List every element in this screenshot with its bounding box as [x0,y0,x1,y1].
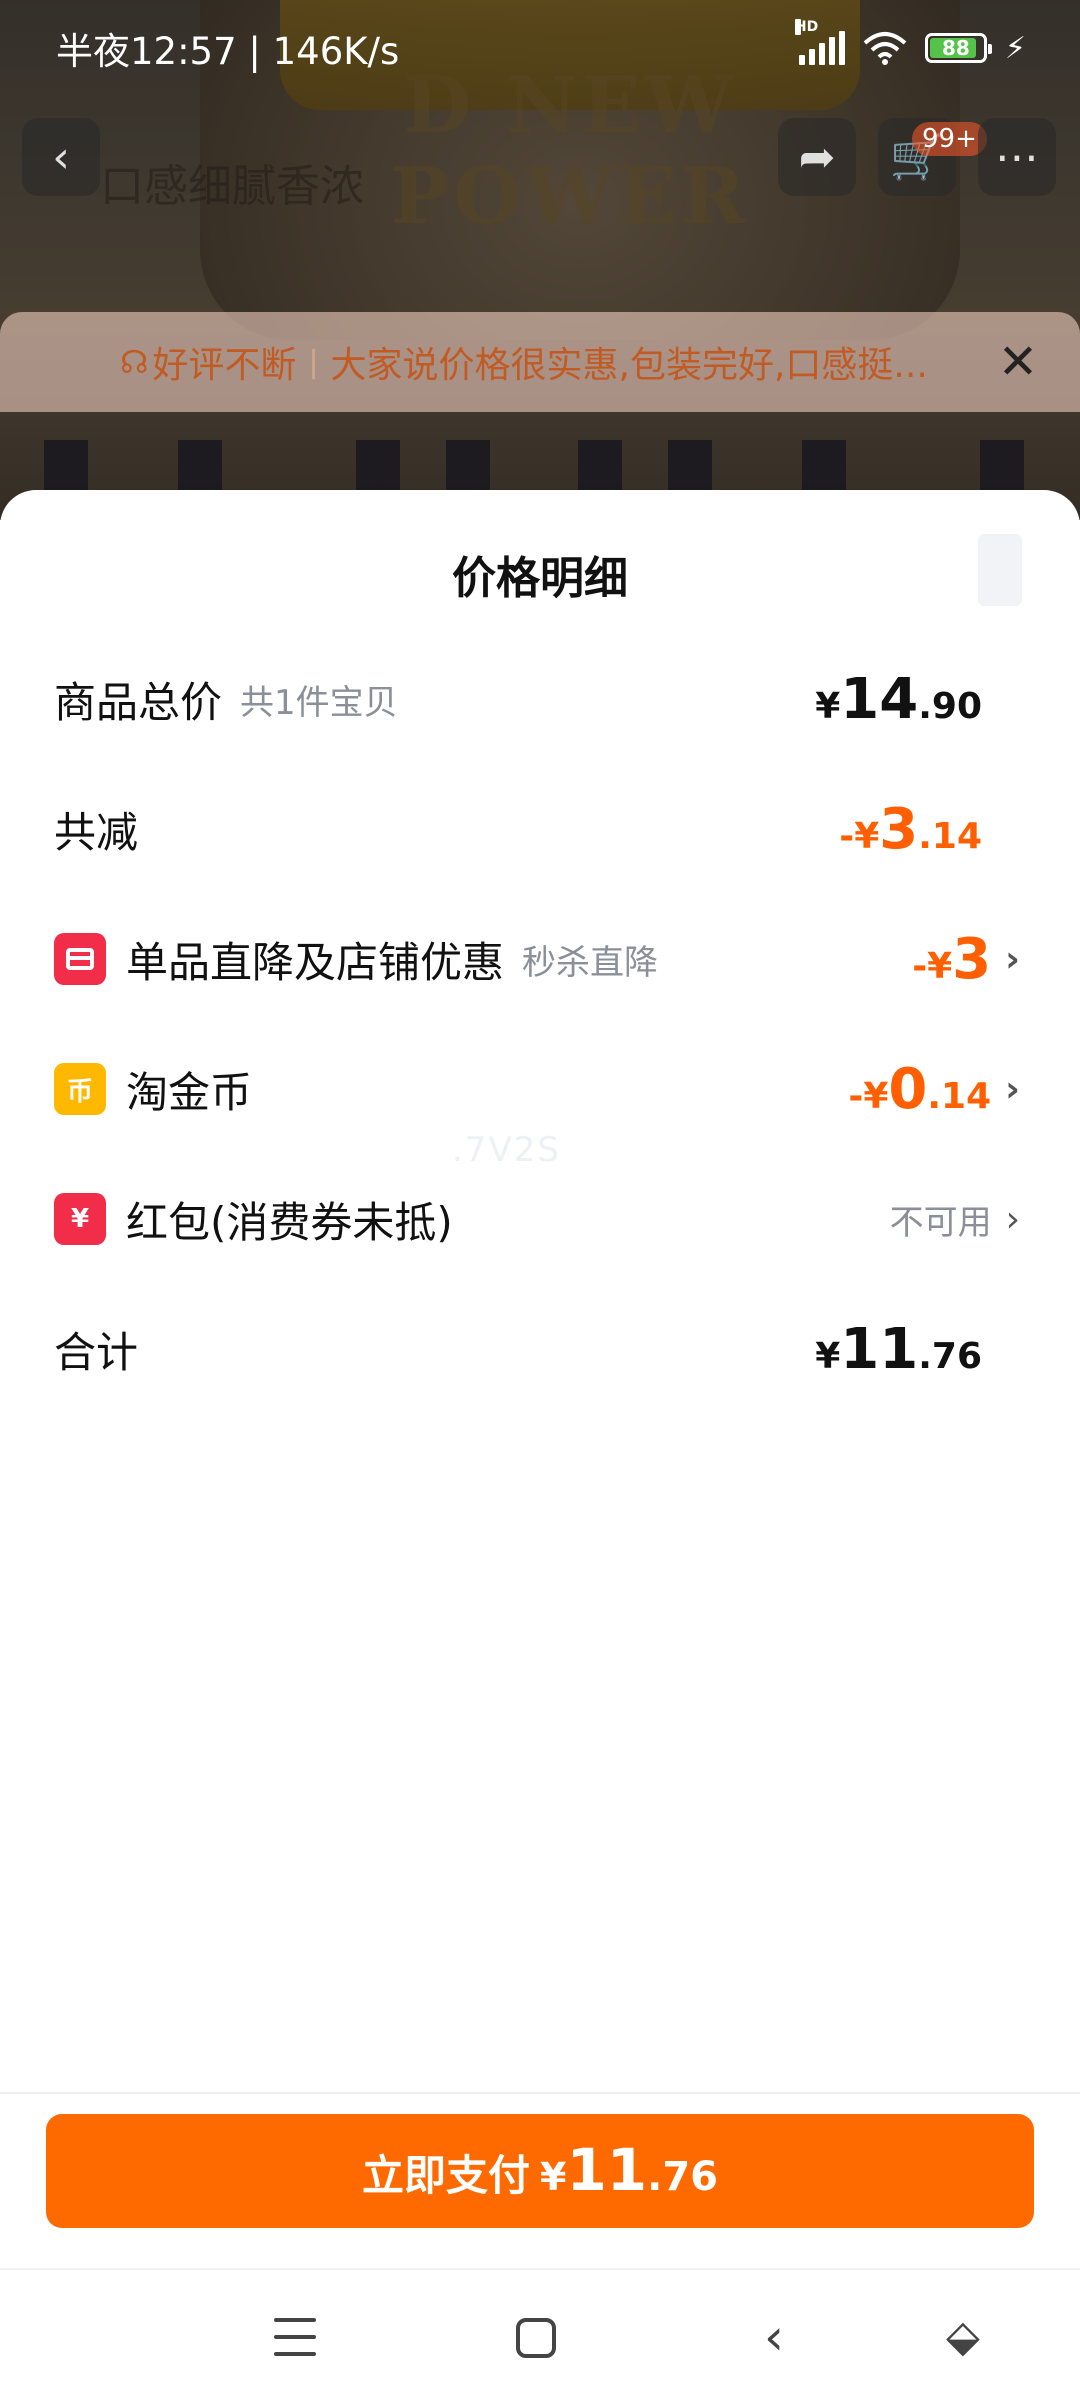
amount-decimal: .90 [918,685,982,727]
menu-icon[interactable] [270,2312,320,2362]
store-discount-label: 单品直降及店铺优惠 [126,937,505,987]
currency-symbol: -¥ [848,1075,889,1117]
pay-button-label: 立即支付 [361,2151,530,2200]
banner-divider: | [308,344,319,380]
wifi-icon [863,32,907,65]
goods-total-label: 商品总价 [54,677,223,727]
row-grand-total: 合计 ¥ 11 .76 [54,1304,1020,1394]
amount-integer: 3 [879,796,919,862]
more-button[interactable]: ⋯ [978,118,1056,196]
footer-divider [0,2092,1080,2094]
back-nav-icon[interactable]: ‹ [764,2312,814,2362]
amount-integer: 11 [840,1316,919,1382]
sheet-title: 价格明细 [452,553,628,604]
network-type-label: HD [794,19,819,35]
total-discount-amount: -¥ 3 .14 [839,797,982,862]
row-taojinbi[interactable]: 币 淘金币 -¥ 0 .14 › [54,1044,1020,1134]
goods-count: 共1件宝贝 [240,682,398,723]
store-icon [54,933,106,985]
currency-symbol: ¥ [539,2155,567,2199]
total-discount-label: 共减 [54,807,139,857]
coin-icon: 币 [54,1063,106,1115]
amount-integer: 11 [566,2136,648,2204]
amount-decimal: .76 [918,1335,982,1377]
grand-total-amount: ¥ 11 .76 [815,1317,982,1382]
system-navigation-bar: ‹ ⬙ [0,2268,1080,2400]
row-total-discount: 共减 -¥ 3 .14 [54,784,1020,874]
store-discount-amount: -¥ 3 › [912,927,1020,992]
amount-integer: 3 [952,926,992,992]
amount-integer: 0 [888,1056,928,1122]
review-banner[interactable]: ☊ 好评不断 | 大家说价格很实惠,包装完好,口感挺... ✕ [0,312,1080,412]
pay-now-button[interactable]: 立即支付 ¥ 11 .76 [46,2114,1034,2228]
chevron-right-icon: › [1005,1068,1020,1110]
grand-total-label: 合计 [54,1327,139,1377]
taojinbi-label: 淘金币 [126,1067,253,1117]
goods-total-amount: ¥ 14 .90 [815,667,982,732]
watermark-text: .7V2S [452,1130,561,1170]
red-packet-label: 红包(消费券未抵) [126,1197,453,1247]
close-banner-icon[interactable]: ✕ [996,338,1040,386]
review-tag: 好评不断 [152,345,297,386]
back-button[interactable]: ‹ [22,118,100,196]
review-message: 大家说价格很实惠,包装完好,口感挺... [330,345,928,386]
amount-integer: 14 [840,666,919,732]
red-packet-status: 不可用 › [890,1195,1020,1244]
row-goods-total: 商品总价 共1件宝贝 ¥ 14 .90 [54,654,1020,744]
amount-decimal: .14 [927,1075,992,1117]
battery-percent: 88 [942,36,970,60]
amount-decimal: .76 [647,2154,719,2200]
chevron-right-icon: › [1005,938,1020,980]
amount-decimal: .14 [918,815,982,857]
price-detail-sheet: 价格明细 商品总价 共1件宝贝 ¥ 14 .90 共减 -¥ 3 .14 单品直… [0,490,1080,2090]
battery-icon: 88 [924,33,992,63]
signal-icon: HD [794,19,845,65]
assistant-icon[interactable]: ⬙ [946,2312,996,2362]
status-time: 半夜12:57 | 146K/s [56,30,400,73]
status-indicators: HD 88 ⚡ [794,19,1026,66]
currency-symbol: -¥ [839,815,880,857]
row-red-packet[interactable]: ¥ 红包(消费券未抵) 不可用 › [54,1174,1020,1264]
home-icon[interactable] [516,2318,556,2358]
row-store-discount[interactable]: 单品直降及店铺优惠 秒杀直降 -¥ 3 › [54,914,1020,1004]
taojinbi-amount: -¥ 0 .14 › [848,1057,1020,1122]
sheet-close-button[interactable] [978,534,1022,606]
share-button[interactable]: ➦ [778,118,856,196]
red-packet-icon: ¥ [54,1193,106,1245]
chevron-right-icon: › [1005,1198,1020,1240]
currency-symbol: -¥ [912,945,953,987]
cart-count-badge: 99+ [912,122,987,156]
status-bar: 半夜12:57 | 146K/s HD 88 ⚡ [0,0,1080,96]
store-discount-sub: 秒杀直降 [522,942,659,983]
megaphone-icon: ☊ [120,343,149,381]
currency-symbol: ¥ [815,685,841,727]
currency-symbol: ¥ [815,1335,841,1377]
charging-icon: ⚡ [1004,30,1026,66]
red-packet-status-text: 不可用 [889,1202,992,1243]
